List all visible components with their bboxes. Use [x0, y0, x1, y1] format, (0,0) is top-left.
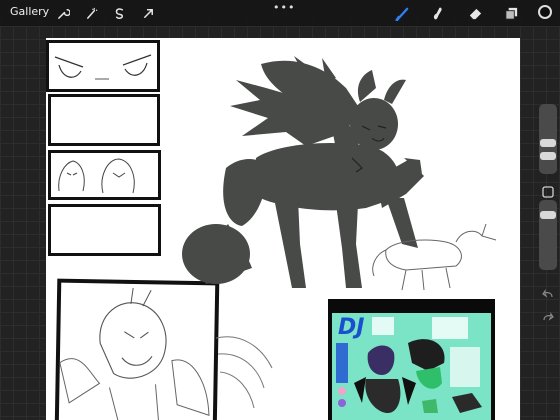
sketch-characters	[58, 158, 135, 194]
eraser-icon[interactable]	[466, 4, 484, 22]
comic-panel-2	[48, 94, 160, 146]
reference-sheet-image: DJ	[328, 299, 495, 420]
drawing-canvas[interactable]: DJ	[46, 38, 520, 420]
undo-icon[interactable]	[542, 285, 554, 298]
comic-panel-3	[48, 150, 161, 200]
brush-size-thumb[interactable]	[540, 139, 556, 147]
color-picker-button[interactable]	[538, 5, 552, 19]
redo-icon[interactable]	[542, 308, 554, 321]
top-toolbar: Gallery •••	[0, 0, 560, 26]
brush-opacity-thumb[interactable]	[540, 211, 556, 219]
smudge-icon[interactable]	[428, 4, 446, 22]
comic-panel-1	[46, 40, 160, 92]
brush-size-thumb-secondary	[540, 152, 556, 160]
selection-icon[interactable]	[110, 4, 128, 22]
reference-sheet-body: DJ	[332, 313, 491, 420]
sketch-eyes	[54, 54, 152, 80]
wrench-icon[interactable]	[54, 4, 72, 22]
layers-icon[interactable]	[502, 4, 520, 22]
brush-icon[interactable]	[393, 4, 411, 22]
sketch-wing-lines	[215, 336, 273, 409]
comic-panel-5	[54, 278, 220, 420]
gallery-button[interactable]: Gallery	[10, 5, 49, 18]
modify-button[interactable]	[542, 183, 554, 198]
more-options-button[interactable]: •••	[273, 1, 295, 14]
transform-arrow-icon[interactable]	[139, 4, 157, 22]
reference-sheet-art	[336, 317, 482, 413]
small-sketch-creature	[372, 223, 497, 291]
magic-wand-icon[interactable]	[82, 4, 100, 22]
sketch-winged-character	[59, 287, 210, 420]
comic-panel-4	[48, 204, 161, 256]
